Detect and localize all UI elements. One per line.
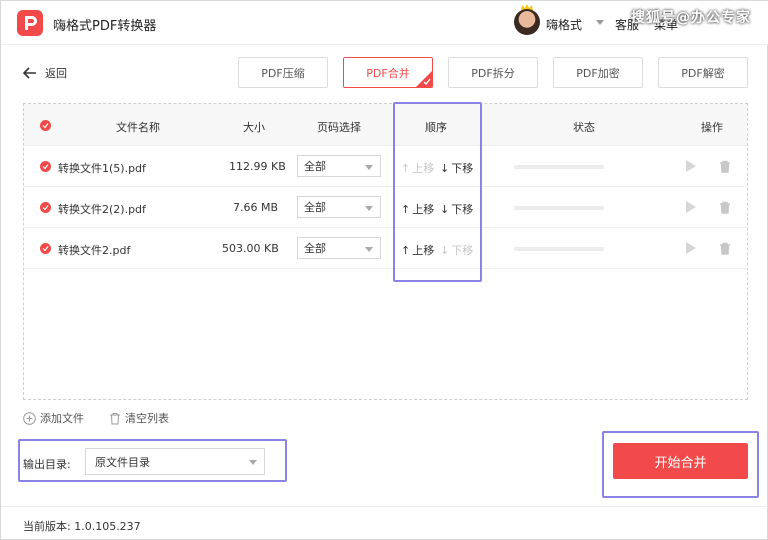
move-down-label: 下移 [451, 244, 474, 257]
move-up-button[interactable]: ↑ 上移 [401, 242, 434, 258]
table-row: 转换文件2.pdf 503.00 KB 全部 ↑ 上移 ↓ 下移 [24, 228, 747, 269]
start-merge-button[interactable]: 开始合并 [613, 443, 748, 479]
table-row: 转换文件2(2).pdf 7.66 MB 全部 ↑ 上移 ↓ 下移 [24, 187, 747, 228]
move-down-label: 下移 [451, 162, 474, 175]
move-up-label: 上移 [412, 162, 435, 175]
page-range-select[interactable]: 全部 [297, 237, 381, 259]
clear-list-label: 清空列表 [125, 412, 169, 425]
row-checkbox[interactable] [40, 161, 51, 172]
version-text: 当前版本: 1.0.105.237 [23, 520, 141, 533]
arrow-down-icon: ↓ [440, 243, 450, 257]
arrow-up-icon: ↑ [401, 202, 411, 216]
tab-label: PDF加密 [576, 66, 620, 80]
file-name: 转换文件2.pdf [58, 244, 131, 257]
file-size: 112.99 KB [229, 160, 286, 173]
play-icon[interactable] [686, 201, 696, 213]
header-pages: 页码选择 [317, 121, 361, 134]
tab-label: PDF压缩 [261, 66, 305, 80]
app-title: 嗨格式PDF转换器 [53, 19, 157, 34]
back-button[interactable]: 返回 [23, 65, 67, 81]
header-status: 状态 [573, 121, 595, 134]
header-order: 顺序 [425, 121, 447, 134]
arrow-down-icon: ↓ [440, 202, 450, 216]
clear-list-button[interactable]: 清空列表 [109, 410, 169, 426]
app-window: 嗨格式PDF转换器 嗨格式 客服 菜单 搜狐号@办公专家 返回 PDF压缩 PD… [0, 0, 768, 540]
page-range-select[interactable]: 全部 [297, 155, 381, 177]
watermark: 搜狐号@办公专家 [631, 10, 751, 26]
file-table: 文件名称 大小 页码选择 顺序 状态 操作 转换文件1(5).pdf 112.9… [23, 103, 748, 400]
file-size: 503.00 KB [222, 242, 279, 255]
row-checkbox[interactable] [40, 243, 51, 254]
move-up-button[interactable]: ↑ 上移 [401, 201, 434, 217]
output-dir-value: 原文件目录 [95, 455, 150, 469]
title-bar: 嗨格式PDF转换器 嗨格式 客服 菜单 搜狐号@办公专家 [1, 1, 768, 45]
tab-pdf-compress[interactable]: PDF压缩 [238, 57, 328, 88]
chevron-down-icon [365, 165, 373, 170]
play-icon[interactable] [686, 160, 696, 172]
select-all-checkbox[interactable] [40, 120, 51, 131]
add-file-button[interactable]: 添加文件 [23, 410, 84, 426]
chevron-down-icon [365, 247, 373, 252]
status-bar: 当前版本: 1.0.105.237 [1, 506, 768, 540]
move-down-button[interactable]: ↓ 下移 [440, 242, 473, 258]
chevron-down-icon [249, 460, 257, 465]
trash-icon[interactable] [719, 160, 731, 173]
tab-label: PDF合并 [366, 66, 410, 80]
header-actions: 操作 [701, 121, 723, 134]
trash-icon[interactable] [719, 242, 731, 255]
play-icon[interactable] [686, 242, 696, 254]
move-up-label: 上移 [412, 244, 435, 257]
arrow-left-icon [23, 67, 36, 79]
output-dir-label: 输出目录: [23, 458, 71, 471]
progress-bar [514, 165, 604, 169]
add-file-label: 添加文件 [40, 412, 84, 425]
move-down-button[interactable]: ↓ 下移 [440, 160, 473, 176]
username[interactable]: 嗨格式 [546, 16, 582, 33]
row-checkbox[interactable] [40, 202, 51, 213]
user-dropdown-icon[interactable] [596, 20, 604, 25]
select-value: 全部 [304, 201, 326, 214]
move-up-label: 上移 [412, 203, 435, 216]
app-logo-icon [17, 10, 43, 36]
arrow-up-icon: ↑ [401, 243, 411, 257]
move-down-button[interactable]: ↓ 下移 [440, 201, 473, 217]
check-icon [423, 78, 431, 86]
chevron-down-icon [365, 206, 373, 211]
tab-pdf-encrypt[interactable]: PDF加密 [553, 57, 643, 88]
select-value: 全部 [304, 160, 326, 173]
trash-outline-icon [110, 412, 120, 424]
file-size: 7.66 MB [233, 201, 279, 214]
output-dir-select[interactable]: 原文件目录 [85, 448, 265, 475]
move-down-label: 下移 [451, 203, 474, 216]
progress-bar [514, 247, 604, 251]
move-up-button[interactable]: ↑ 上移 [401, 160, 434, 176]
back-label: 返回 [45, 67, 67, 80]
tab-pdf-split[interactable]: PDF拆分 [448, 57, 538, 88]
tab-pdf-decrypt[interactable]: PDF解密 [658, 57, 748, 88]
arrow-down-icon: ↓ [440, 161, 450, 175]
page-range-select[interactable]: 全部 [297, 196, 381, 218]
arrow-up-icon: ↑ [401, 161, 411, 175]
trash-icon[interactable] [719, 201, 731, 214]
plus-circle-icon [23, 411, 36, 425]
file-name: 转换文件2(2).pdf [58, 203, 146, 216]
progress-bar [514, 206, 604, 210]
header-size: 大小 [243, 121, 265, 134]
table-header: 文件名称 大小 页码选择 顺序 状态 操作 [24, 104, 747, 146]
tab-pdf-merge[interactable]: PDF合并 [343, 57, 433, 88]
tab-label: PDF拆分 [471, 66, 515, 80]
file-name: 转换文件1(5).pdf [58, 162, 146, 175]
table-row: 转换文件1(5).pdf 112.99 KB 全部 ↑ 上移 ↓ 下移 [24, 146, 747, 187]
header-name: 文件名称 [116, 121, 160, 134]
select-value: 全部 [304, 242, 326, 255]
avatar[interactable] [514, 9, 540, 35]
tab-label: PDF解密 [681, 66, 725, 80]
